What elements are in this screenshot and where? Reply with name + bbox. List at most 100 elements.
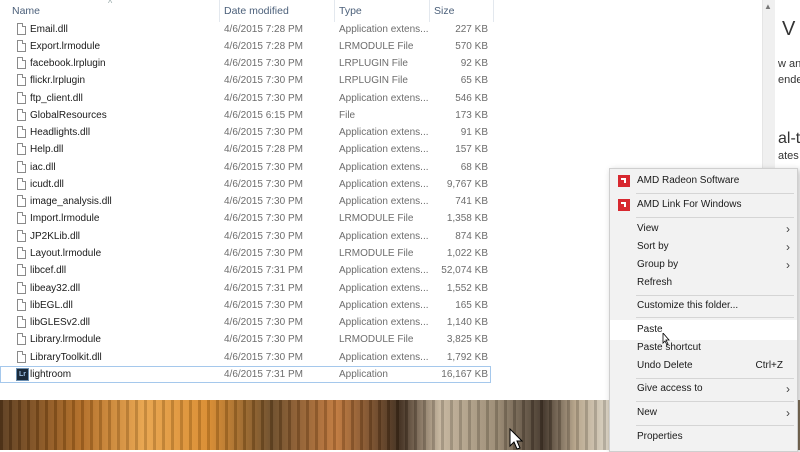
scroll-up-arrow-icon[interactable]: ▲ [763,2,773,14]
file-row[interactable]: JP2KLib.dll 4/6/2015 7:30 PM Application e… [0,228,500,245]
file-icon [17,212,26,224]
file-size: 1,140 KB [446,317,488,328]
chevron-right-icon: › [786,258,790,272]
file-name: libGLESv2.dll [30,317,91,328]
file-icon [17,92,26,104]
file-row[interactable]: Headlights.dll 4/6/2015 7:30 PM Applicatio… [0,124,500,141]
file-size: 3,825 KB [446,334,488,345]
file-row[interactable]: iac.dll 4/6/2015 7:30 PM Application exten… [0,159,500,176]
menu-item-label: AMD Link For Windows [637,199,742,210]
file-type: Application extens... [339,283,429,294]
file-row-selected[interactable]: Lr lightroom 4/6/2015 7:31 PM Application 16… [0,366,491,383]
menu-item-properties[interactable]: Properties [610,427,797,447]
file-type: LRPLUGIN File [339,58,408,69]
menu-item-new[interactable]: New › [610,403,797,423]
file-size: 68 KB [460,162,488,173]
file-date: 4/6/2015 7:30 PM [224,75,303,86]
menu-item-label: Give access to [637,383,703,394]
preview-text-fragment: ender [778,74,800,86]
file-name: flickr.lrplugin [30,75,86,86]
menu-separator [636,217,794,218]
file-row[interactable]: libeay32.dll 4/6/2015 7:31 PM Application … [0,280,500,297]
file-date: 4/6/2015 7:30 PM [224,248,303,259]
menu-item-amd-radeon-software[interactable]: AMD Radeon Software [610,171,797,191]
file-date: 4/6/2015 7:28 PM [224,41,303,52]
file-icon [17,195,26,207]
file-row[interactable]: flickr.lrplugin 4/6/2015 7:30 PM LRPLUGIN … [0,72,500,89]
menu-item-give-access[interactable]: Give access to › [610,379,797,399]
file-row[interactable]: GlobalResources 4/6/2015 6:15 PM File 173 K… [0,107,500,124]
file-row[interactable]: LibraryToolkit.dll 4/6/2015 7:30 PM Applic… [0,349,500,366]
file-row[interactable]: facebook.lrplugin 4/6/2015 7:30 PM LRPLUGI… [0,55,500,72]
file-date: 4/6/2015 7:30 PM [224,231,303,242]
file-type: Application extens... [339,93,429,104]
file-type: Application extens... [339,231,429,242]
file-date: 4/6/2015 7:30 PM [224,58,303,69]
file-size: 741 KB [455,196,488,207]
file-icon [17,351,26,363]
file-row[interactable]: libcef.dll 4/6/2015 7:31 PM Application ex… [0,262,500,279]
file-date: 4/6/2015 6:15 PM [224,110,303,121]
file-size: 9,767 KB [446,179,488,190]
file-size: 1,022 KB [446,248,488,259]
file-name: ftp_client.dll [30,93,83,104]
file-name: Library.lrmodule [30,334,101,345]
file-row[interactable]: icudt.dll 4/6/2015 7:30 PM Application ext… [0,176,500,193]
menu-item-sort-by[interactable]: Sort by › [610,237,797,257]
file-size: 91 KB [460,127,488,138]
file-type: Application extens... [339,24,429,35]
menu-item-undo-delete[interactable]: Undo Delete Ctrl+Z [610,356,797,376]
file-row[interactable]: Library.lrmodule 4/6/2015 7:30 PM LRMODULE… [0,331,500,348]
menu-item-label: Customize this folder... [637,300,739,311]
file-name: JP2KLib.dll [30,231,81,242]
file-date: 4/6/2015 7:30 PM [224,93,303,104]
file-type: LRPLUGIN File [339,75,408,86]
file-type: LRMODULE File [339,41,414,52]
menu-item-group-by[interactable]: Group by › [610,255,797,275]
mouse-cursor-icon [662,333,670,345]
column-header-type[interactable]: Type [335,0,430,22]
file-date: 4/6/2015 7:30 PM [224,317,303,328]
menu-item-paste-shortcut[interactable]: Paste shortcut [610,338,797,358]
file-type: Application extens... [339,317,429,328]
file-type: Application extens... [339,352,429,363]
file-icon [17,126,26,138]
file-row[interactable]: ftp_client.dll 4/6/2015 7:30 PM Applicatio… [0,90,500,107]
file-date: 4/6/2015 7:30 PM [224,196,303,207]
menu-item-amd-link[interactable]: AMD Link For Windows [610,195,797,215]
file-row[interactable]: Help.dll 4/6/2015 7:28 PM Application exte… [0,141,500,158]
column-header-size-label: Size [434,5,455,17]
menu-item-view[interactable]: View › [610,219,797,239]
file-type: LRMODULE File [339,334,414,345]
chevron-right-icon: › [786,240,790,254]
file-row[interactable]: libGLESv2.dll 4/6/2015 7:30 PM Application… [0,314,500,331]
file-date: 4/6/2015 7:31 PM [224,283,303,294]
menu-item-label: Refresh [637,277,673,288]
file-row[interactable]: Export.lrmodule 4/6/2015 7:28 PM LRMODULE … [0,38,500,55]
file-date: 4/6/2015 7:30 PM [224,300,303,311]
file-row[interactable]: Import.lrmodule 4/6/2015 7:30 PM LRMODULE … [0,210,500,227]
file-date: 4/6/2015 7:30 PM [224,179,303,190]
menu-item-refresh[interactable]: Refresh [610,273,797,293]
column-header-name[interactable]: Name [8,0,220,22]
menu-item-label: Paste [637,324,663,335]
file-icon [17,178,26,190]
menu-item-paste[interactable]: Paste [610,320,797,340]
file-icon [17,230,26,242]
file-name: image_analysis.dll [30,196,112,207]
file-date: 4/6/2015 7:30 PM [224,127,303,138]
preview-text-fragment: ates a [778,150,800,162]
file-date: 4/6/2015 7:30 PM [224,162,303,173]
file-row[interactable]: image_analysis.dll 4/6/2015 7:30 PM Applic… [0,193,500,210]
column-header-size[interactable]: Size [430,0,494,22]
file-icon [17,316,26,328]
menu-separator [636,425,794,426]
file-type: LRMODULE File [339,248,414,259]
sort-ascending-icon: ^ [108,0,113,8]
file-row[interactable]: Email.dll 4/6/2015 7:28 PM Application ext… [0,21,500,38]
menu-separator [636,193,794,194]
file-row[interactable]: Layout.lrmodule 4/6/2015 7:30 PM LRMODULE … [0,245,500,262]
column-header-date[interactable]: Date modified [220,0,335,22]
menu-item-customize-folder[interactable]: Customize this folder... [610,296,797,316]
file-row[interactable]: libEGL.dll 4/6/2015 7:30 PM Application ex… [0,297,500,314]
